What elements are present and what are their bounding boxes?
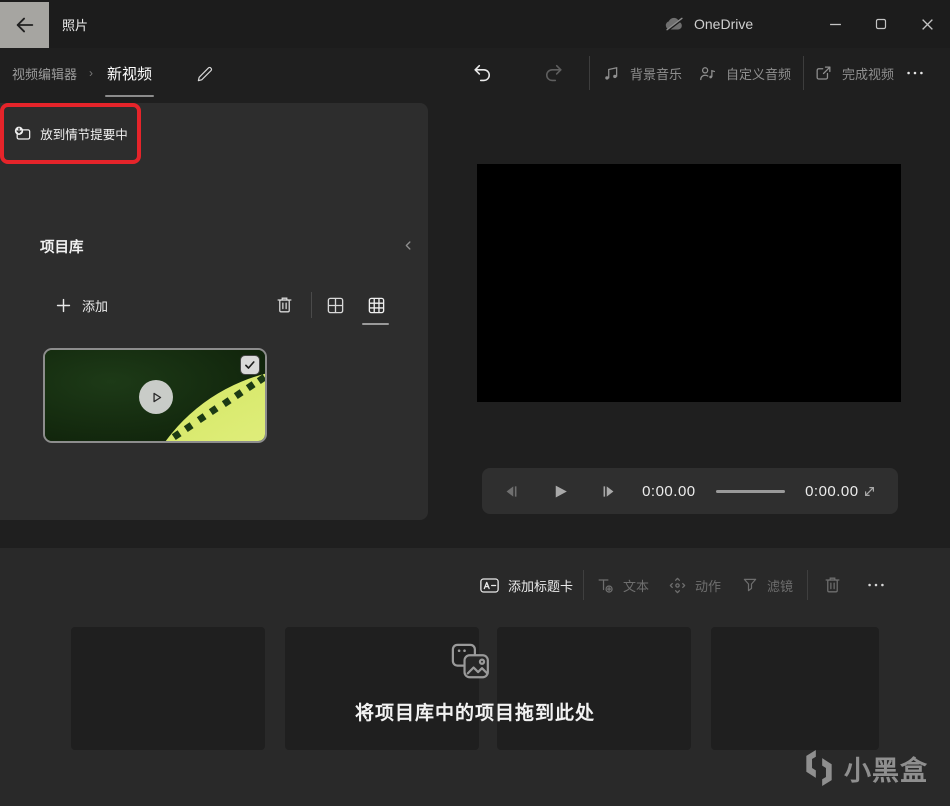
background-music-label: 背景音乐	[630, 66, 683, 82]
place-in-storyboard-icon	[13, 124, 33, 144]
project-library-panel: 项目库 添加 放到情节提要中	[0, 103, 428, 520]
redo-icon	[542, 62, 564, 84]
custom-audio-button[interactable]: 自定义音频	[698, 48, 791, 98]
watermark: 小黑盒	[802, 747, 928, 789]
place-in-storyboard-label: 放到情节提要中	[40, 128, 128, 142]
rename-project-button[interactable]	[188, 48, 222, 98]
delete-from-library-button[interactable]	[272, 292, 296, 318]
play-button[interactable]	[549, 482, 570, 501]
photos-app-window: 照片 OneDrive 视频编辑器 › 新视频 背景音乐 自定义音频 完成视频 …	[0, 0, 950, 806]
photos-stack-icon	[449, 641, 493, 685]
storyboard-section: 添加标题卡 文本 动作 滤镜 将项目库中的项目拖到此处 小黑盒	[0, 548, 950, 806]
grid-2x2-icon	[326, 296, 345, 315]
thumbnail-selected-checkbox[interactable]	[240, 355, 260, 375]
title-card-icon	[479, 576, 500, 595]
next-frame-button[interactable]	[597, 482, 618, 501]
breadcrumb-video-editor[interactable]: 视频编辑器	[12, 64, 77, 83]
custom-audio-label: 自定义音频	[726, 66, 792, 82]
trash-icon	[823, 575, 842, 595]
watermark-brand: 小黑盒	[844, 755, 928, 786]
grid-3x3-icon	[367, 296, 386, 315]
text-button[interactable]: 文本	[596, 565, 649, 605]
trash-icon	[275, 295, 294, 315]
heybox-logo-icon	[802, 749, 836, 787]
fullscreen-button[interactable]	[859, 483, 880, 500]
add-label: 添加	[82, 298, 109, 314]
storyboard-slot[interactable]	[711, 627, 879, 750]
playback-bar: 0:00.00 0:00.00	[482, 468, 898, 514]
close-button[interactable]	[904, 0, 950, 48]
library-title: 项目库	[40, 240, 84, 256]
back-button[interactable]	[0, 2, 49, 48]
selected-view-underline	[362, 323, 389, 325]
project-name[interactable]: 新视频	[105, 63, 155, 97]
storyboard-trash-button[interactable]	[818, 565, 846, 605]
grid-view-small-button[interactable]	[323, 293, 347, 317]
drop-hint-text: 将项目库中的项目拖到此处	[354, 703, 595, 724]
place-in-storyboard-button[interactable]: 放到情节提要中	[0, 103, 141, 164]
export-icon	[814, 64, 833, 83]
filter-icon	[741, 576, 759, 594]
add-title-card-button[interactable]: 添加标题卡	[479, 565, 573, 605]
music-note-icon	[602, 64, 621, 83]
toolbar-divider	[807, 570, 808, 600]
motion-label: 动作	[695, 578, 722, 594]
app-title: 照片	[62, 17, 89, 33]
onedrive-label: OneDrive	[694, 16, 754, 32]
plus-icon	[55, 297, 72, 314]
storyboard-slot[interactable]	[71, 627, 265, 750]
ellipsis-icon	[904, 62, 926, 84]
finish-video-label: 完成视频	[842, 66, 895, 82]
toolbar-divider	[589, 56, 590, 90]
background-music-button[interactable]: 背景音乐	[602, 48, 682, 98]
undo-button[interactable]	[472, 48, 494, 98]
previous-frame-button[interactable]	[502, 482, 523, 501]
text-label: 文本	[623, 578, 650, 594]
filters-label: 滤镜	[767, 578, 794, 594]
filters-button[interactable]: 滤镜	[741, 565, 793, 605]
video-preview[interactable]	[477, 164, 901, 402]
text-tool-icon	[596, 576, 615, 595]
add-media-button[interactable]: 添加	[55, 291, 108, 319]
grid-view-large-button[interactable]	[363, 293, 389, 317]
thumbnail-play-button[interactable]	[139, 380, 173, 414]
toolbar-divider	[803, 56, 804, 90]
pencil-icon	[196, 64, 215, 83]
more-options-button[interactable]	[904, 48, 926, 98]
toolbar-divider	[311, 292, 312, 318]
finish-video-button[interactable]: 完成视频	[814, 48, 894, 98]
add-title-card-label: 添加标题卡	[508, 578, 574, 594]
current-time: 0:00.00	[642, 482, 696, 500]
title-bar: 照片 OneDrive	[0, 0, 950, 48]
onedrive-cloud-slash-icon	[664, 15, 685, 33]
checkmark-icon	[245, 361, 255, 369]
maximize-button[interactable]	[858, 0, 904, 48]
minimize-button[interactable]	[812, 0, 858, 48]
storyboard-more-button[interactable]	[856, 565, 896, 605]
motion-icon	[668, 576, 687, 595]
redo-button[interactable]	[542, 48, 564, 98]
undo-icon	[472, 62, 494, 84]
back-arrow-icon	[14, 14, 36, 36]
ellipsis-icon	[865, 574, 887, 596]
person-audio-icon	[698, 64, 717, 83]
breadcrumb: 视频编辑器 › 新视频	[12, 48, 155, 98]
library-video-thumbnail[interactable]	[43, 348, 267, 443]
storyboard-slot[interactable]	[497, 627, 691, 750]
total-time: 0:00.00	[805, 482, 859, 500]
breadcrumb-chevron-icon: ›	[89, 66, 94, 80]
collapse-panel-button[interactable]	[398, 235, 418, 255]
seek-slider[interactable]	[715, 489, 786, 493]
onedrive-status[interactable]: OneDrive	[664, 0, 753, 48]
motion-button[interactable]: 动作	[668, 565, 721, 605]
toolbar-divider	[583, 570, 584, 600]
